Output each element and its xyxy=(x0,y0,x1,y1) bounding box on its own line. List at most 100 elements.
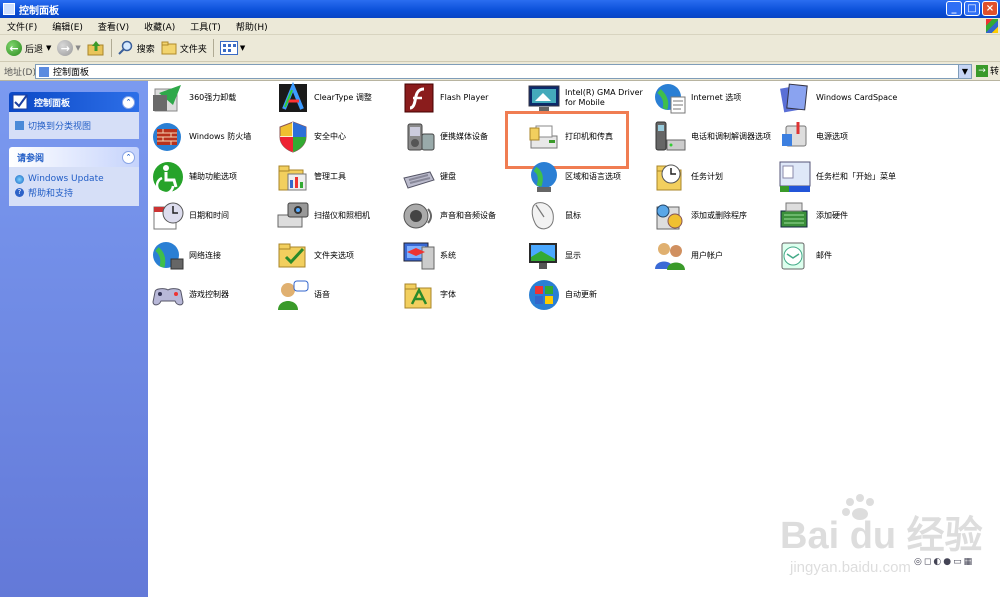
cp-item-scheduled-tasks[interactable]: 任务计划 xyxy=(653,160,777,194)
cp-item-mail[interactable]: 邮件 xyxy=(778,239,902,273)
up-folder-button[interactable] xyxy=(87,40,105,56)
fonts-icon xyxy=(402,278,436,312)
menu-file[interactable]: 文件(F) xyxy=(0,20,45,33)
go-arrow-icon: → xyxy=(976,64,988,77)
cp-item-accessibility[interactable]: 辅助功能选项 xyxy=(151,160,275,195)
status-tray: ◎ ◻ ◐ ● ▭ ▦ xyxy=(914,557,972,567)
go-button[interactable]: → 转 xyxy=(976,64,999,77)
cp-item-game-controllers[interactable]: 游戏控制器 xyxy=(151,278,275,312)
cp-item-360-uninstall[interactable]: 360强力卸载 xyxy=(151,81,275,115)
cp-item-keyboard[interactable]: 键盘 xyxy=(402,160,526,194)
control-panel-icon xyxy=(3,3,15,15)
cp-item-folder-options[interactable]: 文件夹选项 xyxy=(276,239,400,273)
close-button[interactable]: × xyxy=(982,1,998,16)
back-button[interactable]: ← 后退 ▼ xyxy=(6,40,51,56)
cp-item-automatic-updates[interactable]: 自动更新 xyxy=(527,278,651,312)
360-uninstall-icon xyxy=(151,81,185,115)
see-also-pane-body: Windows Update ? 帮助和支持 xyxy=(9,167,139,206)
cp-item-firewall[interactable]: Windows 防火墙 xyxy=(151,120,275,154)
cp-item-network-connections[interactable]: 网络连接 xyxy=(151,239,275,273)
tray-icon[interactable]: ◻ xyxy=(924,557,931,567)
cp-item-region-language[interactable]: 区域和语言选项 xyxy=(527,160,651,194)
back-label: 后退 xyxy=(25,44,44,55)
sound-audio-icon xyxy=(402,199,436,233)
cp-item-speech[interactable]: 语音 xyxy=(276,278,400,312)
flash-icon xyxy=(402,81,436,115)
tray-icon[interactable]: ● xyxy=(943,557,951,567)
forward-button[interactable]: → ▼ xyxy=(57,40,81,56)
help-support-link[interactable]: ? 帮助和支持 xyxy=(15,186,133,199)
add-remove-programs-icon xyxy=(653,199,687,233)
cp-item-power-options[interactable]: 电源选项 xyxy=(778,120,902,154)
cp-item-label: 扫描仪和照相机 xyxy=(314,211,370,220)
menu-favorites[interactable]: 收藏(A) xyxy=(137,20,183,33)
maximize-button[interactable]: □ xyxy=(964,1,980,16)
go-label: 转 xyxy=(990,67,1000,77)
back-arrow-icon: ← xyxy=(6,40,22,56)
scheduled-tasks-icon xyxy=(653,160,687,194)
forward-arrow-icon: → xyxy=(57,40,74,56)
cp-item-mouse[interactable]: 鼠标 xyxy=(527,199,651,233)
folders-label: 文件夹 xyxy=(179,44,207,55)
cp-item-sound-audio[interactable]: 声音和音频设备 xyxy=(402,199,526,233)
cp-item-cleartype[interactable]: ClearType 调整 xyxy=(276,81,400,115)
cp-item-admin-tools[interactable]: 管理工具 xyxy=(276,160,400,194)
cp-item-display[interactable]: 显示 xyxy=(527,239,651,273)
cp-item-cardspace[interactable]: Windows CardSpace xyxy=(778,81,902,115)
collapse-chevron-icon[interactable]: ⌃ xyxy=(122,96,135,109)
cp-item-date-time[interactable]: 日期和时间 xyxy=(151,199,275,233)
tray-icon[interactable]: ▭ xyxy=(953,557,962,567)
cp-item-add-hardware[interactable]: 添加硬件 xyxy=(778,199,902,233)
menu-help[interactable]: 帮助(H) xyxy=(229,20,276,33)
cp-item-security-center[interactable]: 安全中心 xyxy=(276,120,400,154)
cp-item-system[interactable]: 系统 xyxy=(402,239,526,273)
address-value: 控制面板 xyxy=(53,68,90,78)
cp-item-phone-modem[interactable]: 电话和调制解调器选项 xyxy=(653,120,777,154)
cp-item-intel-gma[interactable]: Intel(R) GMA Driver for Mobile xyxy=(527,81,651,115)
windows-update-link[interactable]: Windows Update xyxy=(15,174,133,184)
collapse-chevron-icon[interactable]: ⌃ xyxy=(122,151,135,164)
cp-item-taskbar-start[interactable]: 任务栏和「开始」菜单 xyxy=(778,160,902,194)
menu-tools[interactable]: 工具(T) xyxy=(183,20,229,33)
cp-item-label: 区域和语言选项 xyxy=(565,172,621,181)
cp-item-add-remove-programs[interactable]: 添加或删除程序 xyxy=(653,199,777,233)
printer-fax-icon xyxy=(527,120,561,154)
watermark-brand: Bai du 经验 xyxy=(780,515,983,557)
control-panel-pane-body: 切换到分类视图 xyxy=(9,112,139,139)
cp-item-fonts[interactable]: 字体 xyxy=(402,278,526,312)
search-button[interactable]: 搜索 xyxy=(118,40,155,56)
cp-item-flash[interactable]: Flash Player xyxy=(402,81,526,115)
admin-tools-icon xyxy=(276,160,310,194)
see-also-pane-header[interactable]: 请参阅 ⌃ xyxy=(9,147,139,167)
cp-item-label: 字体 xyxy=(440,290,456,299)
views-button[interactable]: ▼ xyxy=(219,41,245,55)
cp-item-user-accounts[interactable]: 用户帐户 xyxy=(653,239,777,273)
minimize-button[interactable]: _ xyxy=(946,1,962,16)
cp-item-label: Windows CardSpace xyxy=(816,93,898,102)
cp-item-internet-options[interactable]: Internet 选项 xyxy=(653,81,777,115)
cp-item-scanner-camera[interactable]: 扫描仪和照相机 xyxy=(276,199,400,233)
system-icon xyxy=(402,239,436,273)
user-accounts-icon xyxy=(653,239,687,273)
switch-category-view-link[interactable]: 切换到分类视图 xyxy=(15,119,133,132)
tray-icon[interactable]: ◎ xyxy=(914,557,922,567)
cp-item-label: 管理工具 xyxy=(314,172,346,181)
cp-item-label: 邮件 xyxy=(816,251,832,260)
views-icon xyxy=(219,41,238,55)
phone-modem-icon xyxy=(653,120,687,154)
menu-view[interactable]: 查看(V) xyxy=(91,20,137,33)
control-panel-pane-header[interactable]: 控制面板 ⌃ xyxy=(9,92,139,112)
menu-edit[interactable]: 编辑(E) xyxy=(45,20,91,33)
region-language-icon xyxy=(527,160,561,194)
task-pane: 控制面板 ⌃ 切换到分类视图 请参阅 ⌃ Windows Update ? 帮助… xyxy=(0,81,148,597)
address-input[interactable]: 控制面板 xyxy=(35,64,971,79)
cp-item-label: 添加硬件 xyxy=(816,211,848,220)
cp-item-portable-media[interactable]: 便携媒体设备 xyxy=(402,120,526,154)
address-dropdown-button[interactable]: ▼ xyxy=(958,64,972,79)
tray-icon[interactable]: ▦ xyxy=(964,557,973,567)
folders-button[interactable]: 文件夹 xyxy=(161,41,207,55)
cp-item-printer-fax[interactable]: 打印机和传真 xyxy=(527,120,651,154)
tray-icon[interactable]: ◐ xyxy=(933,557,941,567)
search-icon xyxy=(118,40,133,55)
cp-item-label: Intel(R) GMA Driver for Mobile xyxy=(565,88,643,107)
